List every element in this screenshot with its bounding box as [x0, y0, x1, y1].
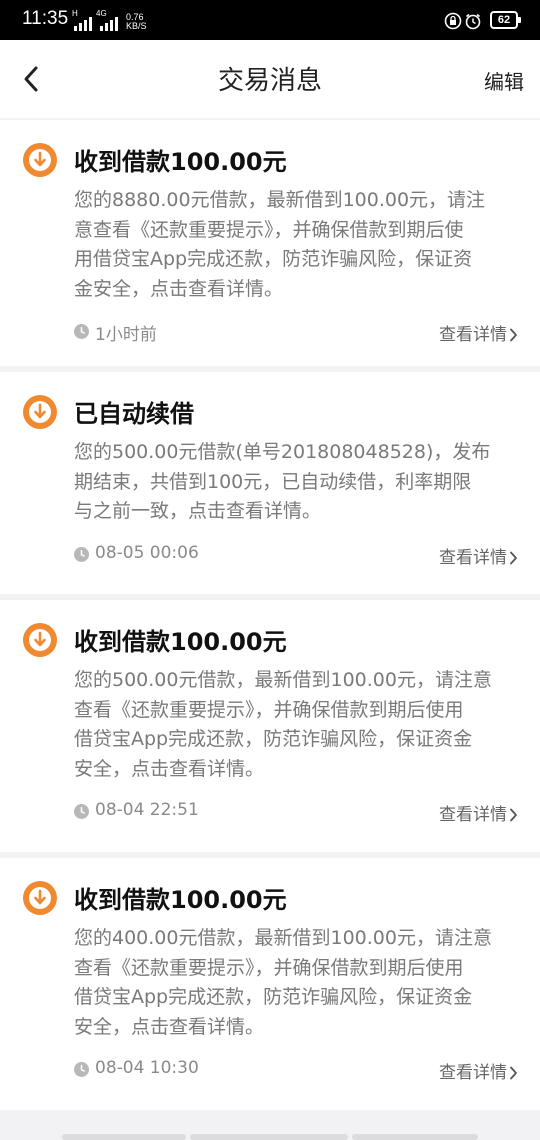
page-title: 交易消息: [217, 66, 322, 96]
network-speed: 0.76 KB/S: [126, 13, 147, 31]
view-details-link[interactable]: 查看详情: [439, 800, 518, 825]
speed-unit: KB/S: [126, 21, 147, 31]
message-body-line: 查看《还款重要提示》，并确保借款到期后使用: [74, 698, 464, 721]
message-body-line: 意查看《还款重要提示》，并确保借款到期后使: [74, 218, 464, 241]
message-body-line: 金安全，点击查看详情。: [74, 277, 284, 300]
message-body: 您的500.00元借款(单号201808048528)，发布 期结束，共借到100…: [74, 438, 514, 527]
view-details-link[interactable]: 查看详情: [439, 1058, 518, 1083]
message-body-line: 借贷宝App完成还款，防范诈骗风险，保证资金: [74, 728, 473, 750]
message-body-line: 安全，点击查看详情。: [74, 1015, 265, 1038]
message-body-line: 与之前一致，点击查看详情。: [74, 500, 322, 522]
view-details-label: 查看详情: [439, 1063, 507, 1083]
message-card[interactable]: 收到借款100.00元 您的500.00元借款，最新借到100.00元，请注意查…: [0, 600, 540, 852]
chevron-right-icon: [510, 328, 517, 342]
message-time: 08-05 00:06: [95, 542, 199, 563]
lock-rotation-icon: [444, 12, 462, 30]
nav-header: 交易消息 编辑: [0, 40, 540, 118]
view-details-label: 查看详情: [439, 547, 507, 568]
chevron-right-icon: [510, 808, 517, 822]
alarm-icon: [465, 13, 481, 30]
view-details-link[interactable]: 查看详情: [439, 543, 518, 568]
message-time: 08-04 10:30: [95, 1058, 199, 1078]
message-body: 您的8880.00元借款，最新借到100.00元，请注 意查看《还款重要提示》，并…: [74, 186, 514, 304]
view-details-label: 查看详情: [439, 325, 507, 345]
message-body: 您的500.00元借款，最新借到100.00元，请注意 查看《还款重要提示》，并确…: [74, 666, 514, 784]
clock-icon: [74, 324, 89, 339]
message-body-line: 用借贷宝App完成还款，防范诈骗风险，保证资: [74, 248, 473, 270]
bottom-partial-tab-3: [352, 1134, 478, 1140]
view-details-label: 查看详情: [439, 805, 507, 825]
status-bar: 11:35 H 4G 0.76 KB/S 62: [0, 0, 540, 40]
message-body-line: 您的500.00元借款，最新借到100.00元，请注意: [74, 669, 492, 691]
message-title: 收到借款100.00元: [74, 628, 287, 656]
network-type-1: H: [72, 9, 78, 18]
message-time: 1小时前: [95, 325, 157, 345]
bottom-partial-tab-1: [62, 1134, 186, 1140]
clock-time: 11:35: [22, 8, 69, 29]
download-icon: [23, 143, 57, 177]
battery-icon: 62: [490, 11, 521, 29]
message-title: 收到借款100.00元: [74, 886, 287, 914]
message-body-line: 您的500.00元借款(单号201808048528)，发布: [74, 441, 491, 463]
clock-icon: [74, 546, 89, 562]
message-body-line: 安全，点击查看详情。: [74, 757, 265, 780]
message-body: 您的400.00元借款，最新借到100.00元，请注意 查看《还款重要提示》，并确…: [74, 924, 514, 1042]
clock-icon: [74, 804, 89, 819]
view-details-link[interactable]: 查看详情: [439, 320, 518, 345]
network-type-2: 4G: [96, 9, 107, 18]
message-card[interactable]: 收到借款100.00元 您的8880.00元借款，最新借到100.00元，请注意…: [0, 120, 540, 366]
message-body-line: 您的400.00元借款，最新借到100.00元，请注意: [74, 927, 492, 949]
edit-button[interactable]: 编辑: [484, 66, 524, 95]
message-body-line: 借贷宝App完成还款，防范诈骗风险，保证资金: [74, 986, 473, 1008]
message-card[interactable]: 已自动续借 您的500.00元借款(单号201808048528)，发布 期结束，…: [0, 372, 540, 594]
message-body-line: 期结束，共借到100元，已自动续借，利率期限: [74, 470, 472, 493]
chevron-right-icon: [510, 551, 517, 564]
message-title: 已自动续借: [74, 400, 194, 428]
message-body-line: 您的8880.00元借款，最新借到100.00元，请注: [74, 189, 486, 211]
message-title: 收到借款100.00元: [74, 148, 287, 176]
download-icon: [23, 881, 57, 915]
download-icon: [23, 623, 57, 657]
download-icon: [23, 395, 57, 429]
message-time: 08-04 22:51: [95, 800, 199, 820]
message-body-line: 查看《还款重要提示》，并确保借款到期后使用: [74, 956, 464, 979]
bottom-partial-tab-2: [190, 1134, 348, 1140]
chevron-right-icon: [510, 1066, 517, 1080]
clock-icon: [74, 1062, 89, 1077]
message-card[interactable]: 收到借款100.00元 您的400.00元借款，最新借到100.00元，请注意查…: [0, 858, 540, 1110]
